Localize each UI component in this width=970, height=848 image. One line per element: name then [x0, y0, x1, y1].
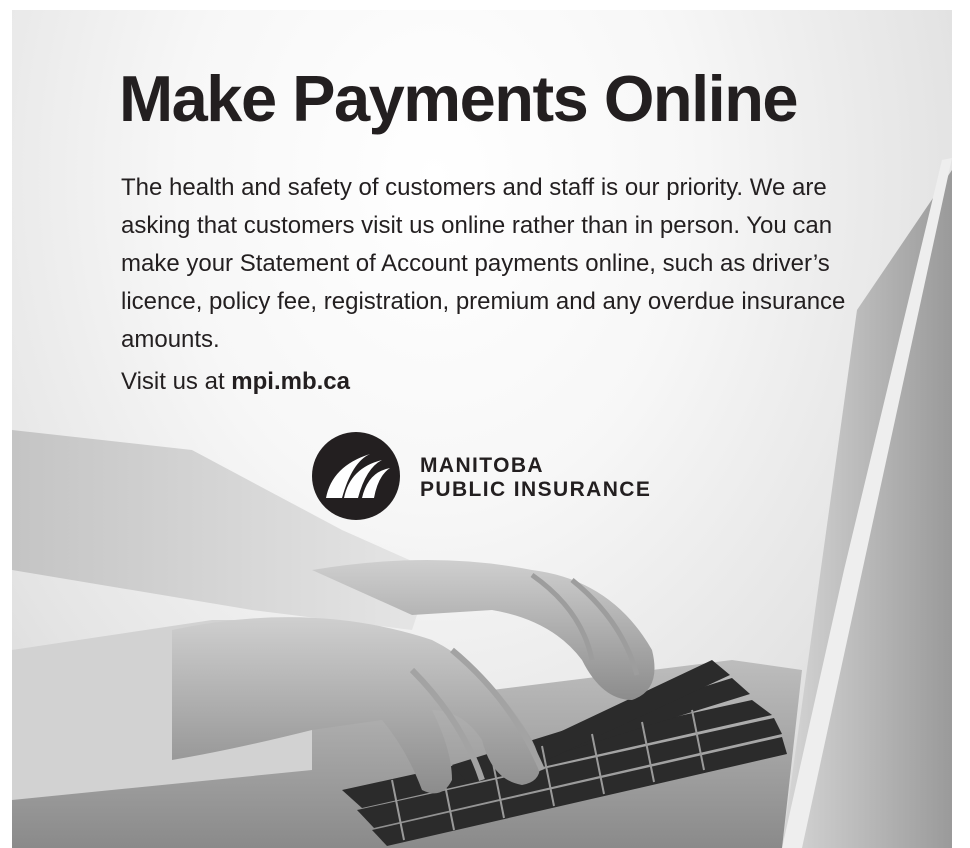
logo-text-line2: PUBLIC INSURANCE [420, 478, 652, 501]
visit-line: Visit us at mpi.mb.ca [121, 368, 350, 396]
website-link[interactable]: mpi.mb.ca [231, 368, 350, 395]
logo-text-line1: MANITOBA [420, 454, 544, 477]
ad-frame: Make Payments Online The health and safe… [12, 10, 952, 848]
mpi-logo: MANITOBA PUBLIC INSURANCE [312, 432, 672, 522]
laptop-typing-photo [12, 158, 952, 848]
visit-prefix: Visit us at [121, 368, 232, 395]
mpi-logo-icon [312, 432, 400, 520]
headline: Make Payments Online [119, 62, 799, 135]
body-paragraph: The health and safety of customers and s… [121, 174, 846, 353]
